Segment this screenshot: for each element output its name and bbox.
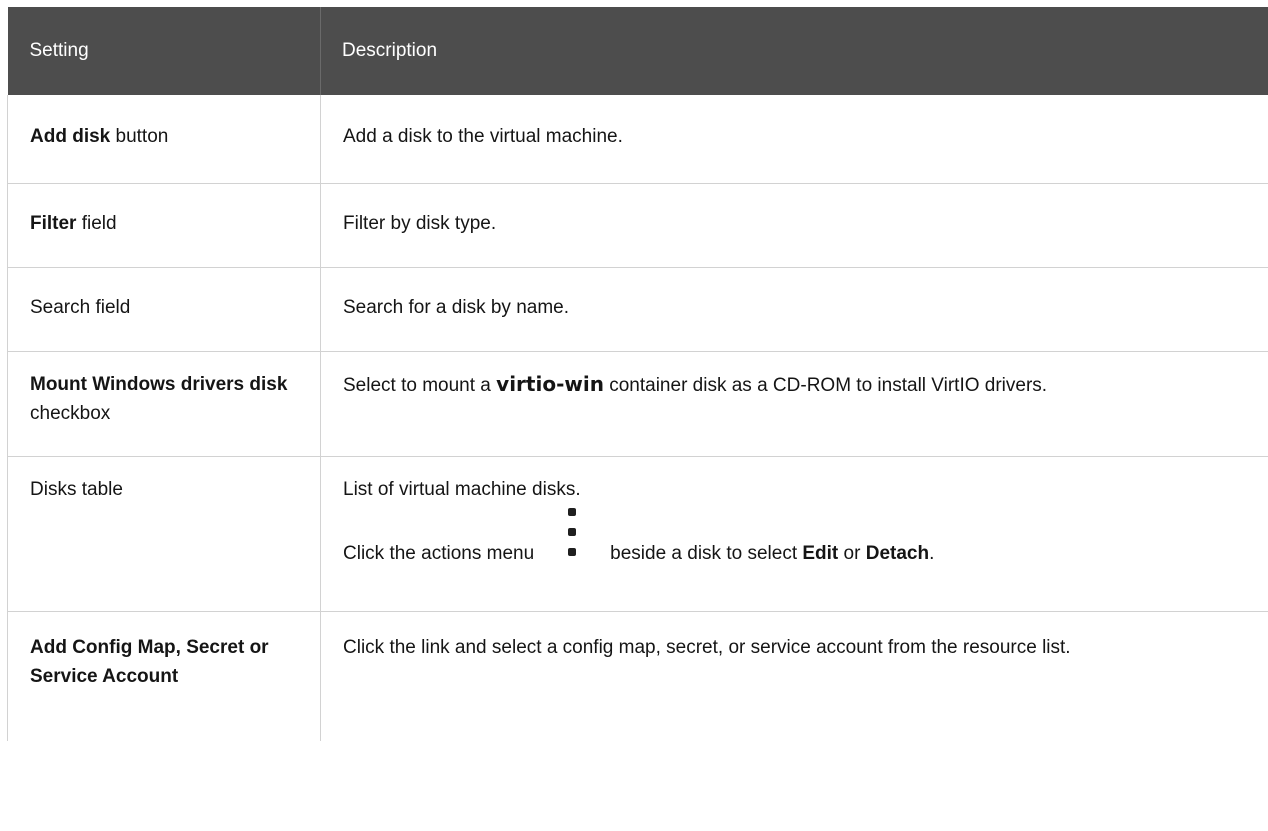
setting-name: Add Config Map, Secret or Service Accoun… [30, 636, 269, 687]
description-text: container disk as a CD-ROM to install Vi… [603, 374, 1048, 396]
description-cell: Add a disk to the virtual machine. [320, 95, 1268, 183]
setting-type: button [110, 126, 169, 147]
actions-instruction: Click the actions menu beside a disk to … [343, 507, 1248, 568]
actions-text: Click the actions menu [343, 542, 535, 564]
setting-cell: Search field [7, 266, 321, 351]
settings-table-container: Setting Description Add disk button Add … [7, 7, 1268, 741]
table-row: Add Config Map, Secret or Service Accoun… [7, 610, 1268, 741]
setting-name: Mount Windows drivers disk [30, 373, 288, 395]
setting-cell: Add disk button [7, 95, 321, 183]
description-cell: Select to mount a virtio-win container d… [320, 350, 1268, 456]
description-text: List of virtual machine disks. [343, 478, 581, 500]
or-text: or [838, 542, 866, 564]
detach-label: Detach [865, 542, 930, 564]
setting-type: checkbox [30, 402, 111, 424]
table-row: Add disk button Add a disk to the virtua… [7, 95, 1268, 183]
kebab-menu-icon-wrap [534, 507, 610, 568]
disks-settings-table: Setting Description Add disk button Add … [7, 7, 1268, 741]
setting-cell: Disks table [7, 455, 321, 611]
edit-label: Edit [802, 542, 839, 564]
setting-name: Add disk [30, 126, 111, 147]
code-virtio-win: virtio-win [496, 371, 604, 396]
column-header-setting: Setting [7, 7, 321, 95]
actions-mid-text: beside a disk to select [610, 542, 803, 564]
column-header-description: Description [320, 7, 1268, 95]
setting-cell: Mount Windows drivers disk checkbox [7, 350, 321, 456]
setting-cell: Add Config Map, Secret or Service Accoun… [7, 610, 321, 741]
setting-name: Filter [30, 212, 77, 234]
description-cell: Search for a disk by name. [320, 266, 1268, 351]
description-cell: List of virtual machine disks. Click the… [320, 455, 1268, 611]
setting-cell: Filter field [7, 182, 321, 267]
description-cell: Click the link and select a config map, … [320, 610, 1268, 741]
description-text: Select to mount a [343, 374, 497, 396]
description-cell: Filter by disk type. [320, 182, 1268, 267]
kebab-menu-icon [534, 507, 610, 556]
table-header-row: Setting Description [7, 7, 1268, 95]
table-row: Mount Windows drivers disk checkbox Sele… [7, 350, 1268, 456]
table-row: Disks table List of virtual machine disk… [7, 455, 1268, 611]
table-row: Filter field Filter by disk type. [7, 182, 1268, 267]
table-row: Search field Search for a disk by name. [7, 266, 1268, 351]
period-text: . [929, 542, 935, 564]
setting-type: field [76, 212, 117, 234]
actions-text: beside a disk to select Edit or Detach. [610, 539, 934, 568]
